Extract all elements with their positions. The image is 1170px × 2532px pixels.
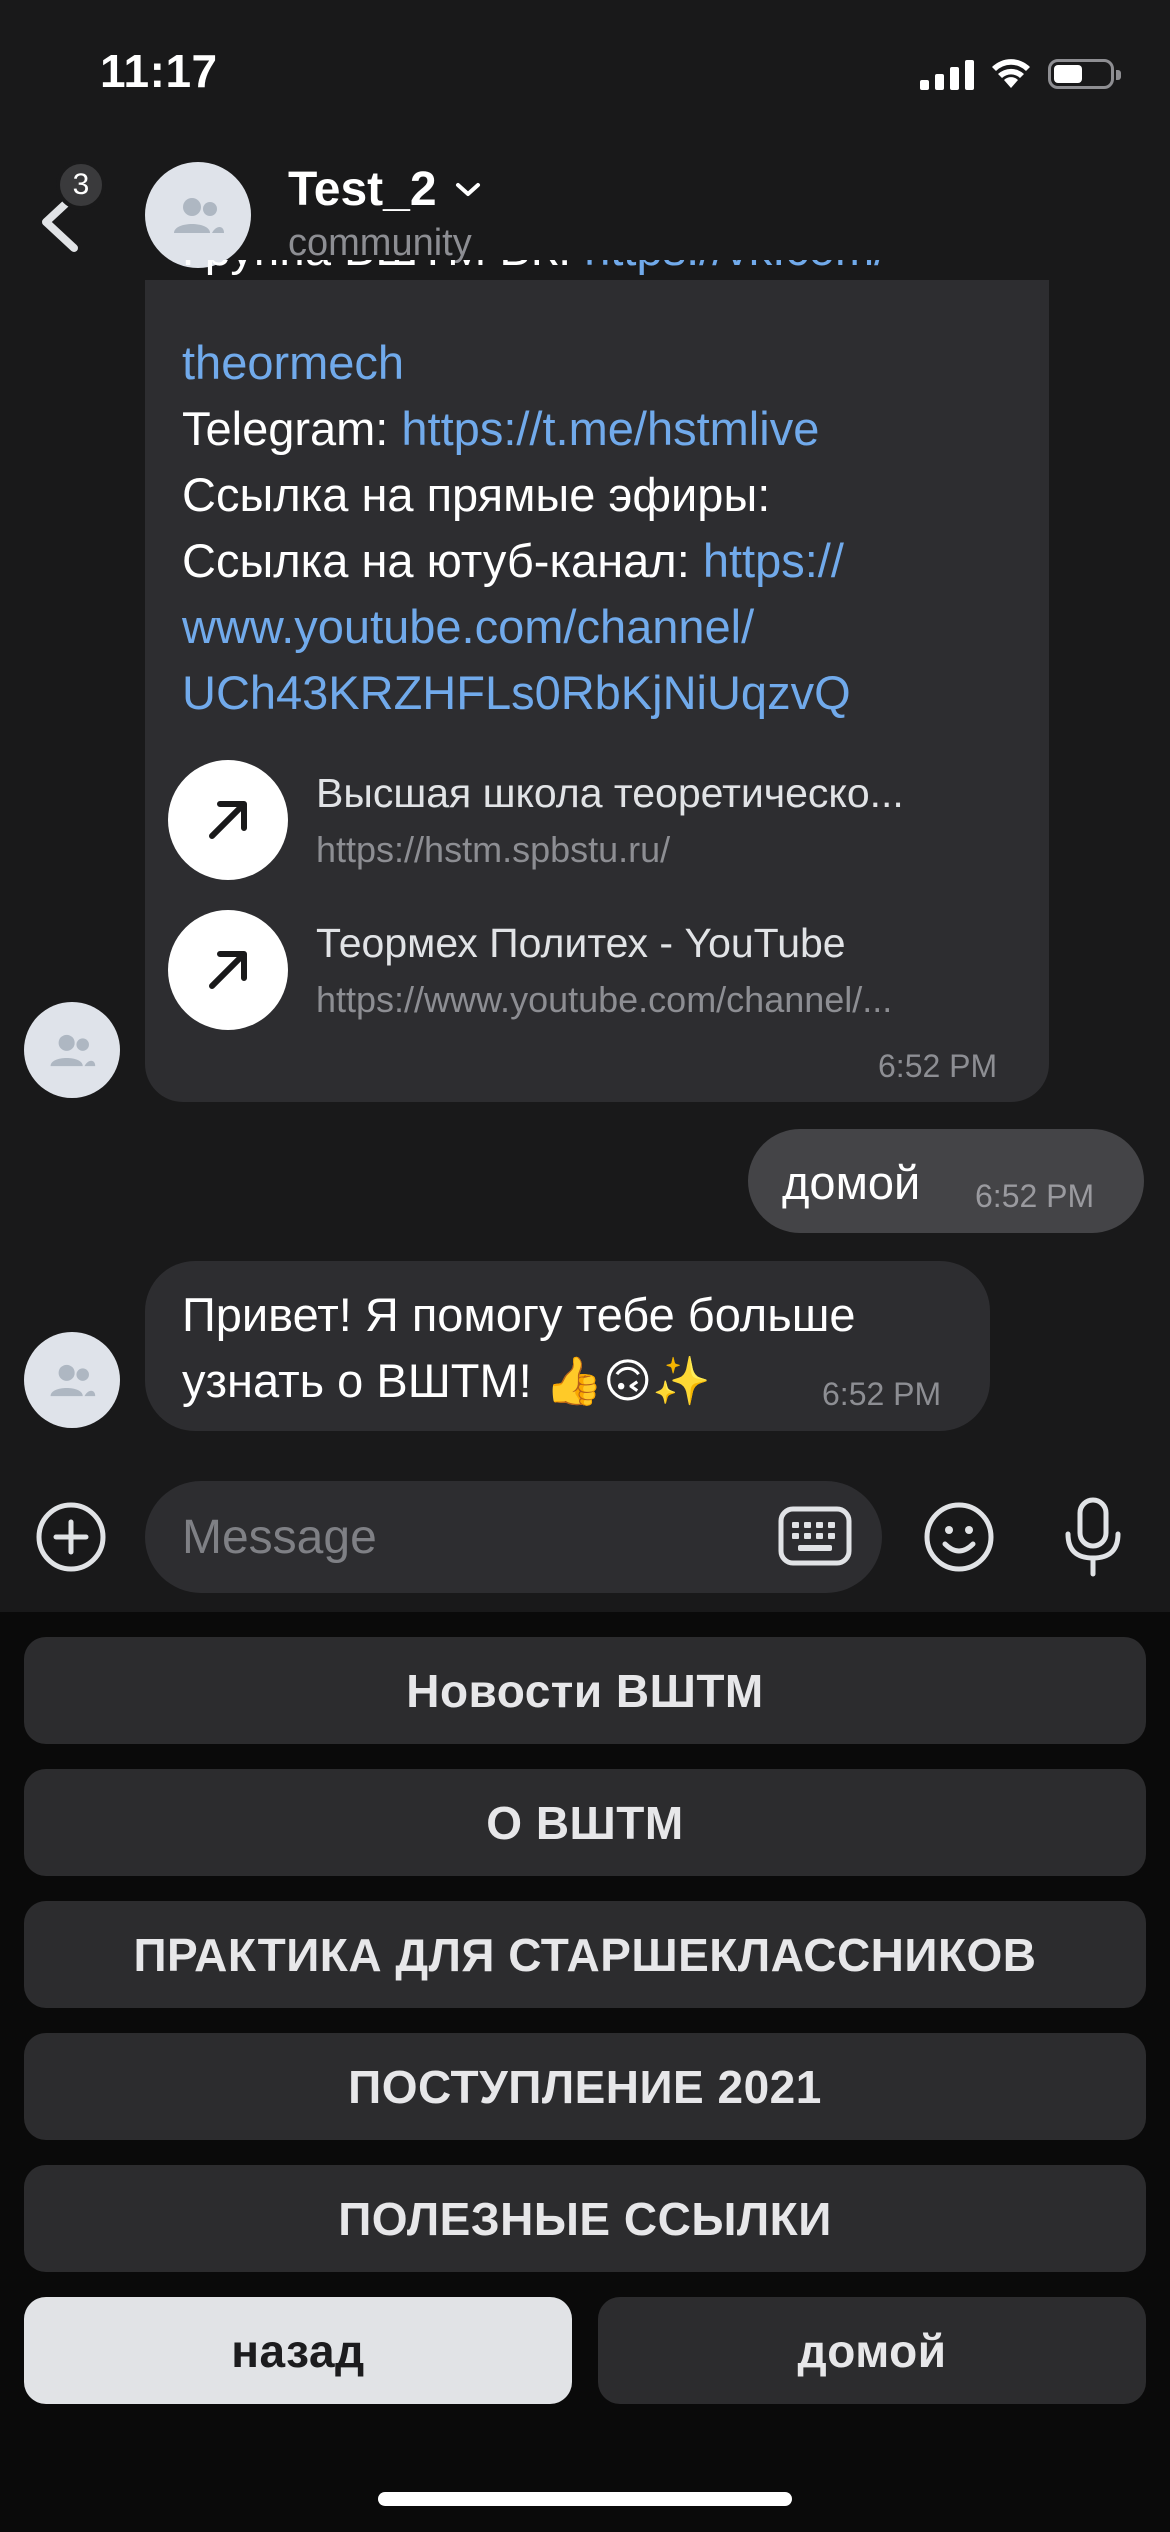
keyboard-button-news[interactable]: Новости ВШТМ bbox=[24, 1637, 1146, 1744]
sender-avatar[interactable] bbox=[24, 1332, 120, 1428]
youtube-link-2[interactable]: www.youtube.com/channel/ bbox=[182, 600, 754, 653]
group-icon bbox=[174, 198, 224, 233]
keyboard-button-links[interactable]: ПОЛЕЗНЫЕ ССЫЛКИ bbox=[24, 2165, 1146, 2272]
message-line-telegram: Telegram: https://t.me/hstmlive bbox=[182, 396, 819, 462]
chevron-down-icon bbox=[455, 182, 480, 196]
youtube-link-3[interactable]: UCh43KRZHFLs0RbKjNiUqzvQ bbox=[182, 666, 851, 719]
youtube-link-1[interactable]: https:// bbox=[703, 534, 844, 587]
message-line-youtube: Ссылка на ютуб-канал: https:// bbox=[182, 528, 844, 594]
link-attachment[interactable]: Высшая школа теоретическо... https://hst… bbox=[168, 760, 904, 880]
status-time: 11:17 bbox=[100, 45, 218, 97]
message-line-vk: Группа ВШТМ ВК: https://vk.com/ bbox=[182, 260, 887, 282]
greeting-line-1: Привет! Я помогу тебе больше bbox=[182, 1288, 856, 1341]
keyboard-button-home[interactable]: домой bbox=[598, 2297, 1146, 2404]
vk-link-cont[interactable]: theormech bbox=[182, 336, 404, 389]
cellular-signal-icon bbox=[920, 58, 974, 90]
sender-avatar[interactable] bbox=[24, 1002, 120, 1098]
message-line-youtube-3: UCh43KRZHFLs0RbKjNiUqzvQ bbox=[182, 660, 851, 726]
youtube-label: Ссылка на ютуб-канал: bbox=[182, 534, 703, 587]
link-attachment[interactable]: Теормех Политех - YouTube https://www.yo… bbox=[168, 910, 892, 1030]
unread-count-badge: 3 bbox=[56, 160, 106, 210]
chat-title-text: Test_2 bbox=[288, 163, 437, 216]
status-icons bbox=[920, 52, 1121, 96]
arrow-up-right-icon bbox=[168, 760, 288, 880]
attachment-title: Высшая школа теоретическо... bbox=[316, 769, 904, 816]
vk-link[interactable]: https://vk.com/ bbox=[584, 260, 887, 275]
outgoing-text: домой bbox=[782, 1156, 921, 1209]
arrow-up-right-icon bbox=[168, 910, 288, 1030]
attachment-url: https://www.youtube.com/channel/... bbox=[316, 978, 893, 1020]
chat-subtitle: community bbox=[288, 222, 472, 264]
battery-icon bbox=[1048, 59, 1121, 89]
wifi-icon bbox=[992, 59, 1030, 88]
home-indicator[interactable] bbox=[378, 2492, 792, 2506]
microphone-icon[interactable] bbox=[1056, 1496, 1130, 1580]
message-line-youtube-2: www.youtube.com/channel/ bbox=[182, 594, 754, 660]
telegram-link[interactable]: https://t.me/hstmlive bbox=[401, 402, 819, 455]
message-line-live: Ссылка на прямые эфиры: bbox=[182, 468, 771, 521]
add-attachment-icon[interactable] bbox=[34, 1500, 108, 1574]
emoji-icon[interactable] bbox=[922, 1500, 996, 1574]
greeting-line-2: узнать о ВШТМ! 👍🙃✨ bbox=[182, 1354, 711, 1407]
keyboard-button-about[interactable]: О ВШТМ bbox=[24, 1769, 1146, 1876]
chat-title[interactable]: Test_2 bbox=[288, 162, 483, 217]
attachment-url: https://hstm.spbstu.ru/ bbox=[316, 828, 671, 870]
group-icon bbox=[50, 1364, 96, 1397]
keyboard-button-admission[interactable]: ПОСТУПЛЕНИЕ 2021 bbox=[24, 2033, 1146, 2140]
message-line-vk2: theormech bbox=[182, 330, 404, 396]
message-time: 6:52 PM bbox=[878, 1048, 998, 1084]
attachment-title: Теормех Политех - YouTube bbox=[316, 919, 846, 966]
message-placeholder: Message bbox=[182, 1511, 377, 1564]
message-clip: Группа ВШТМ ВК: https://vk.com/ bbox=[0, 260, 1170, 296]
telegram-label: Telegram: bbox=[182, 402, 402, 455]
keyboard-icon[interactable] bbox=[778, 1506, 852, 1566]
message-time: 6:52 PM bbox=[822, 1376, 942, 1412]
keyboard-button-practice[interactable]: ПРАКТИКА ДЛЯ СТАРШЕКЛАССНИКОВ bbox=[24, 1901, 1146, 2008]
message-time: 6:52 PM bbox=[975, 1178, 1095, 1214]
community-avatar[interactable] bbox=[145, 162, 251, 268]
vk-label: Группа ВШТМ ВК: bbox=[182, 260, 584, 275]
keyboard-button-back[interactable]: назад bbox=[24, 2297, 572, 2404]
group-icon bbox=[50, 1034, 96, 1067]
